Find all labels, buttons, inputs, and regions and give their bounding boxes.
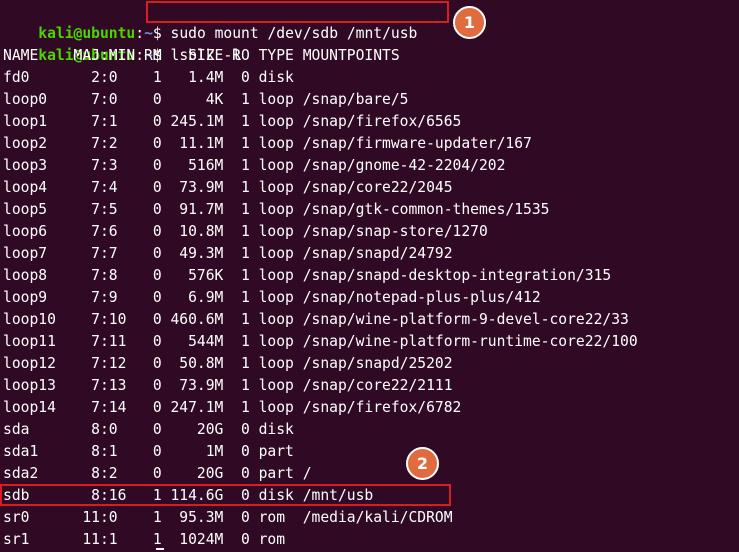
output-line: sr0 11:0 1 95.3M 0 rom /media/kali/CDROM: [3, 509, 453, 526]
command-line-2: kali@ubuntu:~$ lsblk -l: [3, 23, 241, 64]
output-line: loop9 7:9 0 6.9M 1 loop /snap/notepad-pl…: [3, 289, 541, 306]
output-line: sda2 8:2 0 20G 0 part /: [3, 465, 312, 482]
output-line: loop10 7:10 0 460.6M 1 loop /snap/wine-p…: [3, 311, 629, 328]
output-line: loop0 7:0 0 4K 1 loop /snap/bare/5: [3, 91, 409, 108]
output-line: loop4 7:4 0 73.9M 1 loop /snap/core22/20…: [3, 179, 453, 196]
output-line: loop3 7:3 0 516M 1 loop /snap/gnome-42-2…: [3, 157, 506, 174]
command-line-1: kali@ubuntu:~$ sudo mount /dev/sdb /mnt/…: [3, 1, 417, 42]
output-line: sda1 8:1 0 1M 0 part: [3, 443, 294, 460]
terminal-window[interactable]: kali@ubuntu:~$ sudo mount /dev/sdb /mnt/…: [3, 0, 736, 552]
output-header: NAME MAJ:MIN RM SIZE RO TYPE MOUNTPOINTS: [3, 47, 400, 64]
output-line: loop1 7:1 0 245.1M 1 loop /snap/firefox/…: [3, 113, 462, 130]
output-line: loop5 7:5 0 91.7M 1 loop /snap/gtk-commo…: [3, 201, 550, 218]
output-line: loop13 7:13 0 73.9M 1 loop /snap/core22/…: [3, 377, 453, 394]
output-line-sdb: sdb 8:16 1 114.6G 0 disk /mnt/usb: [3, 487, 374, 504]
output-line: loop2 7:2 0 11.1M 1 loop /snap/firmware-…: [3, 135, 532, 152]
output-line: loop12 7:12 0 50.8M 1 loop /snap/snapd/2…: [3, 355, 453, 372]
output-line: sda 8:0 0 20G 0 disk: [3, 421, 294, 438]
output-line: loop6 7:6 0 10.8M 1 loop /snap/snap-stor…: [3, 223, 488, 240]
text-cursor: [156, 548, 164, 550]
output-line: loop11 7:11 0 544M 1 loop /snap/wine-pla…: [3, 333, 638, 350]
output-line: loop8 7:8 0 576K 1 loop /snap/snapd-desk…: [3, 267, 612, 284]
step-badge-1: 1: [453, 6, 486, 39]
output-line: loop7 7:7 0 49.3M 1 loop /snap/snapd/247…: [3, 245, 453, 262]
output-line: sr1 11:1 1 1024M 0 rom: [3, 531, 286, 548]
step-badge-2: 2: [406, 447, 439, 480]
output-line: loop14 7:14 0 247.1M 1 loop /snap/firefo…: [3, 399, 462, 416]
output-line: fd0 2:0 1 1.4M 0 disk: [3, 69, 294, 86]
